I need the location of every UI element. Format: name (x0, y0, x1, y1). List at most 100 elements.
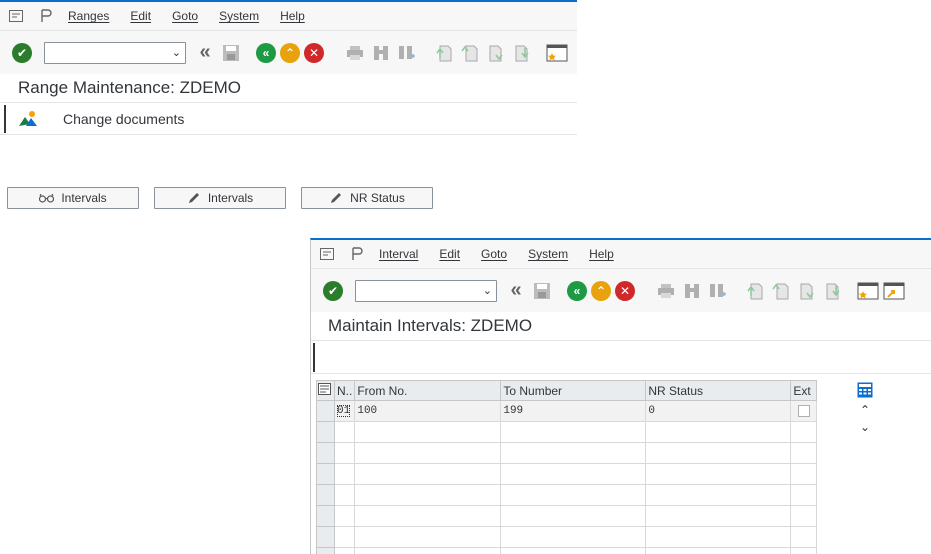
change-documents-label[interactable]: Change documents (63, 111, 184, 127)
next-page-icon[interactable] (795, 280, 817, 302)
table-row[interactable] (316, 484, 818, 506)
row-selector[interactable] (316, 400, 335, 422)
table-row[interactable] (316, 505, 818, 527)
menu-ranges[interactable]: Ranges (68, 9, 109, 23)
table-cell[interactable] (500, 442, 647, 464)
change-documents-icon[interactable] (18, 109, 38, 129)
table-cell[interactable] (354, 526, 502, 548)
change-intervals-button[interactable]: Intervals (154, 187, 286, 209)
double-left-chevron-icon[interactable]: « (194, 41, 216, 64)
scroll-down-icon[interactable]: ⌄ (860, 420, 870, 434)
table-cell[interactable] (790, 526, 818, 548)
cell-from-no[interactable]: 100 (354, 400, 502, 422)
column-header-ext[interactable]: Ext (790, 380, 818, 401)
double-left-chevron-icon[interactable]: « (505, 279, 527, 302)
display-intervals-button[interactable]: Intervals (7, 187, 139, 209)
table-cell[interactable] (790, 442, 818, 464)
table-cell[interactable] (354, 484, 502, 506)
table-cell[interactable] (645, 505, 792, 527)
row-selector[interactable] (316, 421, 335, 443)
menu-edit[interactable]: Edit (439, 247, 460, 261)
table-cell[interactable] (790, 505, 818, 527)
table-cell[interactable] (500, 484, 647, 506)
table-row[interactable] (316, 421, 818, 443)
table-cell[interactable] (333, 505, 356, 527)
menu-interval[interactable]: Interval (379, 247, 418, 261)
cell-ext[interactable] (790, 400, 818, 422)
table-cell[interactable] (645, 484, 792, 506)
menu-goto[interactable]: Goto (172, 9, 198, 23)
find-icon[interactable] (370, 42, 392, 64)
last-page-icon[interactable] (510, 42, 532, 64)
select-all-icon[interactable] (316, 380, 335, 401)
menu-exit-icon[interactable] (319, 246, 335, 262)
create-session-icon[interactable] (546, 42, 568, 64)
menu-goto[interactable]: Goto (481, 247, 507, 261)
table-cell[interactable] (333, 421, 356, 443)
generate-shortcut-icon[interactable] (883, 280, 905, 302)
column-header-nr-status[interactable]: NR Status (645, 380, 792, 401)
table-cell[interactable] (790, 547, 818, 554)
ext-checkbox[interactable] (797, 404, 810, 417)
gui-options-icon[interactable] (38, 8, 54, 24)
back-icon[interactable]: « (256, 42, 276, 63)
enter-check-icon[interactable]: ✔ (323, 280, 343, 301)
cell-nr-status[interactable]: 0 (645, 400, 792, 422)
menu-help[interactable]: Help (589, 247, 614, 261)
table-cell[interactable] (333, 484, 356, 506)
table-cell[interactable] (790, 421, 818, 443)
menu-help[interactable]: Help (280, 9, 305, 23)
table-cell[interactable] (790, 463, 818, 485)
menu-exit-icon[interactable] (8, 8, 24, 24)
menu-edit[interactable]: Edit (130, 9, 151, 23)
scroll-up-icon[interactable]: ⌃ (860, 403, 870, 417)
table-cell[interactable] (354, 442, 502, 464)
cell-no-value[interactable]: 01 (337, 405, 351, 417)
previous-page-icon[interactable] (769, 280, 791, 302)
table-cell[interactable] (645, 463, 792, 485)
table-cell[interactable] (333, 547, 356, 554)
save-icon[interactable] (531, 280, 553, 302)
table-row[interactable] (316, 442, 818, 464)
table-cell[interactable] (500, 547, 647, 554)
table-cell[interactable] (354, 547, 502, 554)
column-header-to-number[interactable]: To Number (500, 380, 647, 401)
row-selector[interactable] (316, 463, 335, 485)
exit-icon[interactable]: ⌃ (591, 280, 611, 301)
first-page-icon[interactable] (743, 280, 765, 302)
print-icon[interactable] (655, 280, 677, 302)
table-cell[interactable] (500, 421, 647, 443)
column-header-no[interactable]: N.. (333, 380, 356, 401)
row-selector[interactable] (316, 526, 335, 548)
table-cell[interactable] (645, 547, 792, 554)
row-selector[interactable] (316, 505, 335, 527)
print-icon[interactable] (344, 42, 366, 64)
table-cell[interactable] (645, 442, 792, 464)
table-settings-icon[interactable] (857, 382, 873, 398)
find-next-icon[interactable] (396, 42, 418, 64)
gui-options-icon[interactable] (349, 246, 365, 262)
next-page-icon[interactable] (484, 42, 506, 64)
exit-icon[interactable]: ⌃ (280, 42, 300, 63)
table-row[interactable] (316, 463, 818, 485)
menu-system[interactable]: System (528, 247, 568, 261)
cancel-icon[interactable]: ✕ (615, 280, 635, 301)
row-selector[interactable] (316, 484, 335, 506)
table-cell[interactable] (645, 421, 792, 443)
menu-system[interactable]: System (219, 9, 259, 23)
nr-status-button[interactable]: NR Status (301, 187, 433, 209)
command-field[interactable]: ⌄ (355, 279, 497, 302)
table-cell[interactable] (500, 505, 647, 527)
save-icon[interactable] (220, 42, 242, 64)
command-field[interactable]: ⌄ (44, 41, 186, 64)
table-row[interactable] (316, 547, 818, 554)
table-cell[interactable] (354, 421, 502, 443)
row-selector[interactable] (316, 442, 335, 464)
create-session-icon[interactable] (857, 280, 879, 302)
table-cell[interactable] (333, 463, 356, 485)
table-cell[interactable] (500, 463, 647, 485)
table-cell[interactable] (354, 505, 502, 527)
last-page-icon[interactable] (821, 280, 843, 302)
table-cell[interactable] (790, 484, 818, 506)
table-cell[interactable] (333, 442, 356, 464)
